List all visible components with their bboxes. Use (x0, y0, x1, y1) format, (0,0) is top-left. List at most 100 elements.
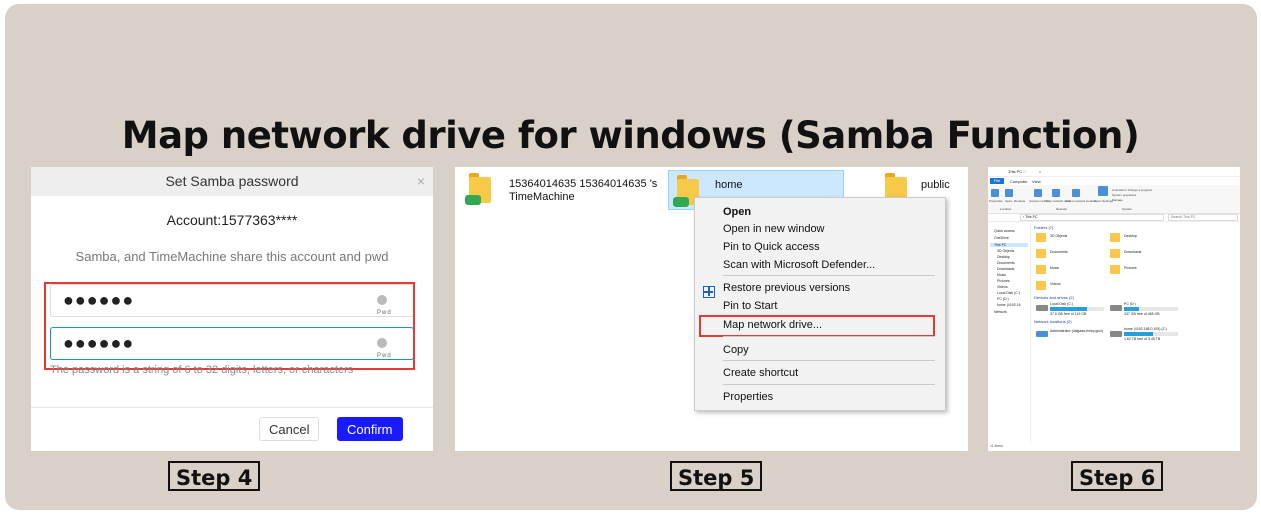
ribbon-button-rename[interactable]: Rename (1014, 199, 1025, 203)
drive-usage-bar (1124, 307, 1178, 311)
menu-item-open[interactable]: Open (723, 206, 751, 218)
open-icon[interactable] (1005, 189, 1013, 197)
nav-item[interactable]: home (\\192.16 (997, 303, 1021, 307)
drive-icon[interactable] (1110, 305, 1122, 311)
folder-icon[interactable] (1036, 265, 1046, 274)
step-5-label: Step 5 (670, 461, 763, 491)
folder-public-label[interactable]: public (921, 179, 950, 192)
folder-icon[interactable] (1036, 281, 1046, 290)
samba-password-dialog: Set Samba password × Account:1577363****… (31, 167, 433, 451)
drive-name[interactable]: Local Disk (C:) (1050, 302, 1073, 306)
menu-item-properties[interactable]: Properties (723, 391, 773, 403)
drive-free: 337 GB free of 465 GB (1124, 312, 1160, 316)
properties-icon[interactable] (991, 189, 999, 197)
share-note: Samba, and TimeMachine share this accoun… (75, 249, 389, 264)
settings-icon[interactable] (1098, 186, 1108, 196)
menu-item-pin-start[interactable]: Pin to Start (723, 300, 777, 312)
nav-item[interactable]: OneDrive (994, 236, 1009, 240)
ribbon-button-uninstall[interactable]: Uninstall or change a program (1112, 188, 1152, 192)
network-icon[interactable] (1036, 331, 1048, 337)
nav-item-this-pc[interactable]: This PC (990, 243, 1028, 247)
folder-timemachine-label[interactable]: 15364014635 15364014635 's TimeMachine (509, 178, 657, 204)
folder-icon[interactable] (1036, 249, 1046, 258)
navigation-pane: Quick access OneDrive This PC 3D Objects… (988, 223, 1031, 443)
network-location-icon[interactable] (1072, 189, 1080, 197)
address-bar-row: › This PC Search This PC (988, 213, 1240, 222)
tab-computer[interactable]: Computer (1010, 179, 1028, 184)
netloc-name[interactable]: home (\\192.168.0.193) (Z:) (1124, 327, 1167, 331)
title-bar: This PC – □ × (988, 167, 1240, 177)
nav-item[interactable]: Downloads (997, 267, 1014, 271)
dialog-header: Set Samba password × (31, 167, 433, 196)
folder-item[interactable]: Videos (1050, 282, 1061, 286)
menu-separator (723, 384, 935, 385)
close-icon[interactable]: × (417, 167, 425, 196)
page-title: Map network drive for windows (Samba Fun… (121, 114, 1140, 157)
network-drive-icon[interactable] (1110, 331, 1122, 337)
map-drive-icon[interactable] (1052, 189, 1060, 197)
folder-icon[interactable] (1110, 233, 1120, 242)
nav-item[interactable]: 3D Objects (997, 249, 1014, 253)
folder-item[interactable]: Pictures (1124, 266, 1137, 270)
nav-item[interactable]: Music (997, 273, 1006, 277)
folder-item[interactable]: Documents (1050, 250, 1068, 254)
ribbon-tabs: File Computer View (988, 177, 1240, 185)
menu-item-create-shortcut[interactable]: Create shortcut (723, 367, 798, 379)
folder-item[interactable]: 3D Objects (1050, 234, 1067, 238)
ribbon-button-access-media[interactable]: Access media (1029, 199, 1048, 203)
network-folder-icon[interactable] (465, 173, 493, 205)
folder-item[interactable]: Music (1050, 266, 1059, 270)
nav-item[interactable]: Desktop (997, 255, 1010, 259)
menu-item-map-network-drive[interactable]: Map network drive... (723, 319, 822, 331)
confirm-button[interactable]: Confirm (337, 417, 403, 441)
nav-item[interactable]: Quick access (994, 229, 1015, 233)
dialog-title: Set Samba password (165, 173, 299, 189)
divider (31, 407, 433, 408)
folder-home-label[interactable]: home (715, 179, 743, 192)
drive-name[interactable]: PC (D:) (1124, 302, 1136, 306)
status-bar: 11 items (990, 444, 1003, 448)
folder-item[interactable]: Desktop (1124, 234, 1137, 238)
drive-icon[interactable] (1036, 305, 1048, 311)
step-6-label: Step 6 (1071, 461, 1164, 491)
explorer-context-menu-panel: 15364014635 15364014635 's TimeMachine ho… (455, 167, 968, 451)
menu-item-restore-versions[interactable]: Restore previous versions (723, 282, 850, 294)
netloc-name[interactable]: Administrator (dalgaas-emby.guci) (1050, 329, 1103, 333)
folder-icon[interactable] (1110, 265, 1120, 274)
menu-item-pin-quick-access[interactable]: Pin to Quick access (723, 241, 820, 253)
ribbon-button-properties[interactable]: Properties (989, 199, 1003, 203)
window-controls[interactable]: – □ × (1008, 169, 1236, 174)
nav-item[interactable]: Network (994, 310, 1007, 314)
drive-free: 37.5 GB free of 119 GB (1050, 312, 1087, 316)
ribbon-button-open[interactable]: Open (1005, 199, 1012, 203)
ribbon-group-system: System (1122, 207, 1133, 211)
section-folders[interactable]: Folders (7) (1034, 225, 1053, 230)
media-icon[interactable] (1034, 189, 1042, 197)
ribbon-button-settings[interactable]: Open Settings (1094, 199, 1113, 203)
menu-item-scan-defender[interactable]: Scan with Microsoft Defender... (723, 259, 875, 271)
nav-item[interactable]: PC (D:) (997, 297, 1009, 301)
ribbon-button-manage[interactable]: Manage (1112, 198, 1123, 202)
cancel-button[interactable]: Cancel (259, 417, 320, 441)
section-network-locations[interactable]: Network locations (2) (1034, 319, 1072, 324)
menu-item-copy[interactable]: Copy (723, 344, 749, 356)
section-drives[interactable]: Devices and drives (2) (1034, 295, 1074, 300)
nav-item[interactable]: Pictures (997, 279, 1010, 283)
password-hint: The password is a string of 6 to 32 digi… (50, 364, 354, 376)
folder-item[interactable]: Downloads (1124, 250, 1141, 254)
nav-item[interactable]: Documents (997, 261, 1015, 265)
tab-view[interactable]: View (1032, 179, 1041, 184)
ribbon-button-system-properties[interactable]: System properties (1112, 193, 1136, 197)
nav-item[interactable]: Local Disk (C:) (997, 291, 1020, 295)
menu-item-open-new-window[interactable]: Open in new window (723, 223, 825, 235)
menu-separator (723, 360, 935, 361)
address-bar[interactable]: › This PC (1020, 214, 1164, 221)
folder-icon[interactable] (1110, 249, 1120, 258)
ribbon-button-add-location[interactable]: Add a network location (1066, 199, 1096, 203)
nav-item[interactable]: Videos (997, 285, 1008, 289)
folder-icon[interactable] (1036, 233, 1046, 242)
menu-separator (723, 275, 935, 276)
search-input[interactable]: Search This PC (1168, 214, 1238, 221)
drive-usage-bar (1124, 332, 1178, 336)
tab-file[interactable]: File (990, 178, 1004, 184)
